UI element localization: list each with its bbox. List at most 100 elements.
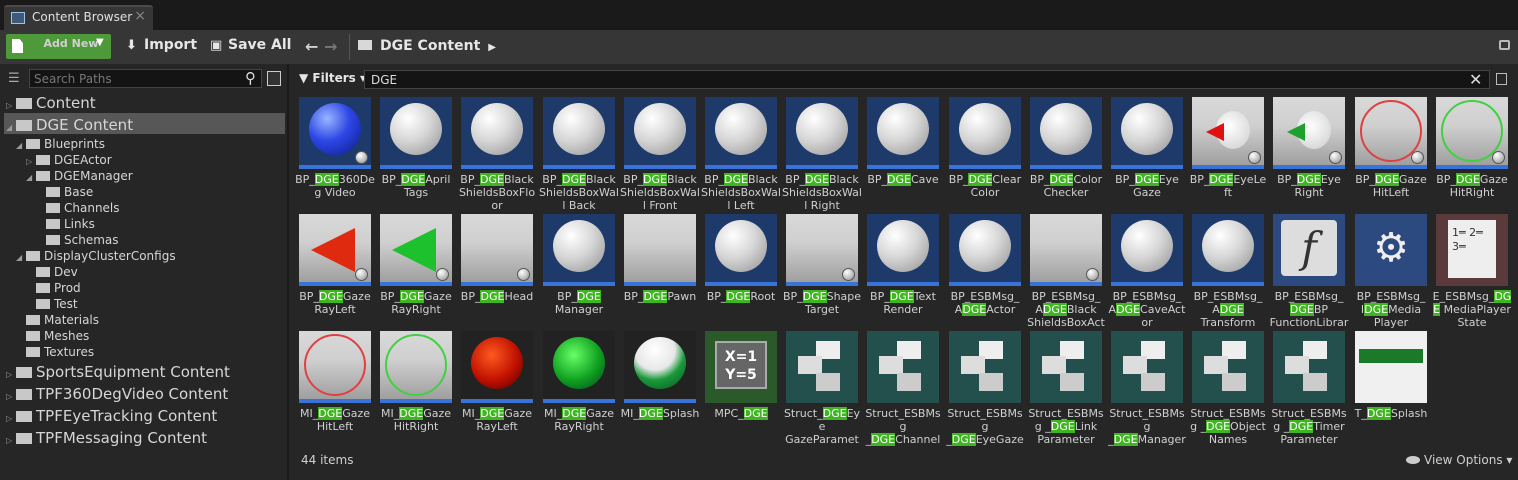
asset-tile[interactable]: BP_DGEGaze RayLeft [299,214,371,326]
add-new-button[interactable]: Add New ▼ [6,34,111,59]
tab-title: Content Browser [32,10,133,24]
asset-tile[interactable]: Struct_ESBMsg _DGEEyeGaze Hit [946,331,1024,446]
asset-tile[interactable]: Struct_DGEEye GazeParameter [784,331,860,446]
asset-label: BP_DGEBlack ShieldsBoxFloor [457,173,537,212]
expand-arrow-icon[interactable]: ◢ [16,141,26,150]
asset-tile[interactable]: BP_DGEHead [461,214,533,326]
asset-tile[interactable]: BP_ESBMsg_ ADGEActor [949,214,1021,326]
asset-tile[interactable]: MI_DGEGaze HitRight [380,331,452,443]
tree-toggle-icon[interactable]: ☰ [8,71,24,86]
asset-tile[interactable]: BP_DGE Manager [543,214,615,326]
tree-item[interactable]: ▷ SportsEquipment Content [6,363,230,381]
asset-tile[interactable]: BP_DGE360Deg Video [295,97,375,209]
asset-thumbnail [380,97,452,169]
asset-tile[interactable]: BP_DGECave [867,97,939,209]
sphere-icon [877,220,929,272]
asset-tile[interactable]: MI_DGEGaze RayRight [543,331,615,443]
asset-tile[interactable]: BP_DGEBlack ShieldsBoxWall Right [782,97,862,212]
sphere-icon [715,220,767,272]
back-arrow-icon[interactable]: ← [305,37,318,56]
asset-tile[interactable]: BP_DGEPawn [624,214,696,326]
asset-tile[interactable]: Struct_ESBMsg _DGEObject Names [1190,331,1266,446]
expand-arrow-icon[interactable]: ▷ [6,101,16,110]
asset-tile[interactable]: Struct_ESBMsg _DGELink Parameter [1028,331,1104,446]
folder-icon [26,251,40,261]
asset-tile[interactable]: BP_ESBMsg_ ADGEBlack ShieldsBoxActor [1027,214,1105,329]
tree-item[interactable]: ▷ TPFMessaging Content [6,429,207,447]
asset-tile[interactable]: BP_DGEEyeLeft [1190,97,1266,209]
search-match-highlight: DGE [887,173,911,186]
expand-arrow-icon[interactable]: ◢ [6,123,16,132]
asset-tile[interactable]: BP_DGEBlack ShieldsBoxWall Front [620,97,700,212]
tree-item-label: Textures [44,345,95,359]
view-options-button[interactable]: View Options ▾ [1406,453,1512,467]
asset-tile[interactable]: ⚙ BP_ESBMsg_ IDGEMedia Player [1355,214,1427,329]
asset-tile[interactable]: BP_DGEGaze HitRight [1436,97,1508,209]
expand-arrow-icon[interactable]: ▷ [6,436,16,445]
asset-tile[interactable]: MI_DGESplash [621,331,699,443]
search-paths-input[interactable]: Search Paths [29,69,262,88]
breadcrumb[interactable]: DGE Content ▶ [358,38,496,54]
asset-tile[interactable]: Struct_ESBMsg _DGEChannel Parameter [865,331,941,446]
asset-label: BP_DGEBlack ShieldsBoxWall Back [539,173,619,212]
search-assets-input[interactable]: DGE [364,70,1490,89]
import-button[interactable]: ⬇ Import [126,37,197,57]
asset-tile[interactable]: BP_DGEGaze HitLeft [1355,97,1427,209]
asset-tile[interactable]: BP_DGEBlack ShieldsBoxWall Back [539,97,619,212]
asset-tile[interactable]: BP_DGEGaze RayRight [380,214,452,326]
asset-tile[interactable]: BP_ESBMsg_ ADGECaveActor [1109,214,1185,329]
search-icon[interactable]: ⚲ [245,69,256,87]
asset-tile[interactable]: BP_DGEApril Tags [380,97,452,209]
tab-content-browser[interactable]: Content Browser × [4,5,153,30]
tree-item[interactable]: ▷ TPFEyeTracking Content [6,407,217,425]
asset-tile[interactable]: BP_DGEEye Gaze [1111,97,1183,209]
asset-label-prefix: BP_ [1355,173,1375,186]
asset-tile[interactable]: BP_DGEBlack ShieldsBoxWall Left [701,97,781,212]
clear-search-icon[interactable]: ✕ [1469,70,1482,89]
save-search-icon[interactable] [1496,73,1507,85]
asset-tile[interactable]: 1═ 2═ 3═ E_ESBMsg_DGE MediaPlayer State [1433,214,1512,329]
asset-tile[interactable]: BP_DGEText Render [867,214,939,326]
chevron-right-icon[interactable]: ▶ [488,42,496,53]
tree-item[interactable]: ▷ Content [6,94,96,112]
asset-tile[interactable]: MI_DGEGaze HitLeft [299,331,371,443]
expand-arrow-icon[interactable]: ◢ [16,253,26,262]
search-match-highlight: DGE [1296,173,1321,186]
folder-icon [16,433,32,444]
asset-tile[interactable]: MI_DGEGaze RayLeft [461,331,533,443]
filter-icon: ▼ [299,71,313,85]
asset-tile[interactable]: Struct_ESBMsg _DGEManager Messages [1108,331,1186,446]
tree-item[interactable]: ▷ TPF360DegVideo Content [6,385,228,403]
asset-tile[interactable]: BP_DGEColor Checker [1030,97,1102,209]
save-all-button[interactable]: ▣ Save All [210,37,291,57]
forward-arrow-icon[interactable]: → [324,37,337,56]
asset-tile[interactable]: BP_ESBMsg_ ADGE Transform [1192,214,1264,329]
asset-tile[interactable]: BP_DGERoot [705,214,777,326]
asset-tile[interactable]: X=1 Y=5 MPC_DGE [705,331,777,443]
list-view-icon[interactable] [267,71,281,86]
asset-thumbnail [624,97,696,169]
asset-label-prefix: MI_ [299,407,319,420]
tree-item[interactable]: ◢ DGE Content [6,116,133,134]
asset-label: BP_DGEBlack ShieldsBoxWall Front [620,173,700,212]
asset-tile[interactable]: BP_DGEShape Target [783,214,861,326]
expand-arrow-icon[interactable]: ▷ [6,392,16,401]
asset-label: BP_DGEPawn [620,290,700,329]
expand-arrow-icon[interactable]: ▷ [6,414,16,423]
expand-arrow-icon[interactable]: ▷ [26,157,36,166]
asset-tile[interactable]: Struct_ESBMsg _DGETimer Parameter [1271,331,1347,446]
expand-arrow-icon[interactable]: ◢ [26,173,36,182]
blueprint-badge-icon [1492,151,1505,164]
expand-arrow-icon[interactable]: ▷ [6,370,16,379]
asset-tile[interactable]: f BP_ESBMsg_ DGEBP FunctionLibrary [1270,214,1348,329]
filters-button[interactable]: ▼ Filters ▾ [299,71,366,85]
asset-tile[interactable]: BP_DGEClear Color [949,97,1021,209]
asset-tile[interactable]: BP_DGEBlack ShieldsBoxFloor [459,97,535,212]
tree-item[interactable]: Textures [16,345,94,363]
asset-tile[interactable]: BP_DGEEye Right [1273,97,1345,209]
lock-icon[interactable] [1499,40,1510,50]
struct-icon [1123,341,1173,391]
close-icon[interactable]: × [134,8,146,24]
asset-tile[interactable]: T_DGESplash [1355,331,1427,443]
search-match-highlight: DGE [1042,303,1067,316]
